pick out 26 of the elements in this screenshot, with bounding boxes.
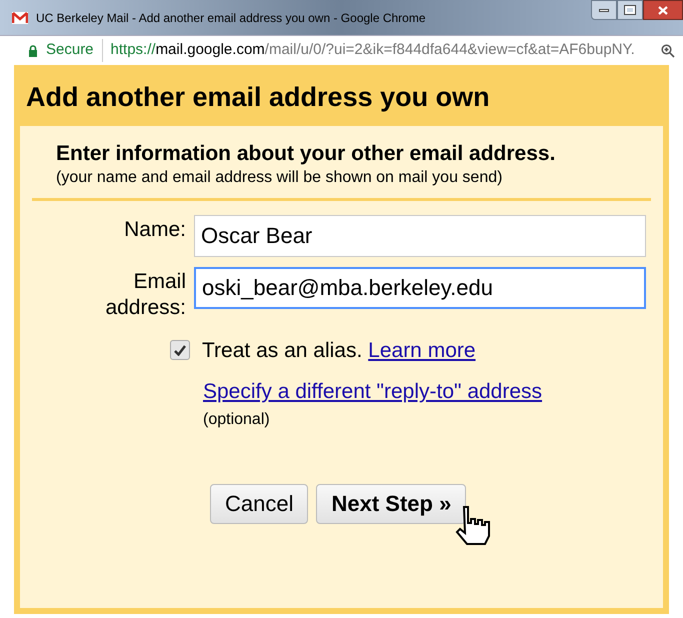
checkmark-icon xyxy=(174,344,186,356)
security-label: Secure xyxy=(46,39,103,62)
text-field[interactable]: oski_bear@mba.berkeley.edu xyxy=(194,266,646,308)
url-text: https://mail.google.com/mail/u/0/?ui=2&ik=f844dfa644&view=cf&at=AF6bupNY. xyxy=(110,40,636,60)
dialog-title: Add another email address you own xyxy=(26,82,490,112)
address-bar[interactable]: Secure https://mail.google.com/mail/u/0/?ui=2&ik=f844dfa644&view=cf&at=AF6bupNY. xyxy=(0,35,683,65)
close-button[interactable] xyxy=(643,0,683,20)
optional-note: (optional) xyxy=(203,410,270,430)
zoom-icon[interactable] xyxy=(661,44,675,58)
lock-icon xyxy=(28,44,38,56)
field-label: Name: xyxy=(123,216,186,242)
next-step-button[interactable]: Next Step » xyxy=(316,484,466,524)
field-label: Email address: xyxy=(104,268,186,320)
reply-to-link[interactable]: Specify a different "reply-to" address xyxy=(203,376,542,408)
minimize-button[interactable] xyxy=(591,0,617,20)
alias-checkbox[interactable] xyxy=(170,340,190,360)
close-icon xyxy=(658,6,668,14)
section-heading: Enter information about your other email address. xyxy=(56,142,556,166)
mail-envelope-icon xyxy=(12,12,28,24)
learn-more-link[interactable]: Learn more xyxy=(368,338,476,362)
text-field[interactable]: Oscar Bear xyxy=(194,214,646,256)
maximize-button[interactable] xyxy=(617,0,643,20)
section-subheading: (your name and email address will be shown on mail you send) xyxy=(56,168,504,188)
window-title: UC Berkeley Mail - Add another email address you own - Google Chrome xyxy=(36,10,426,26)
alias-label: Treat as an alias. xyxy=(202,338,362,362)
cancel-button[interactable]: Cancel xyxy=(210,484,308,524)
